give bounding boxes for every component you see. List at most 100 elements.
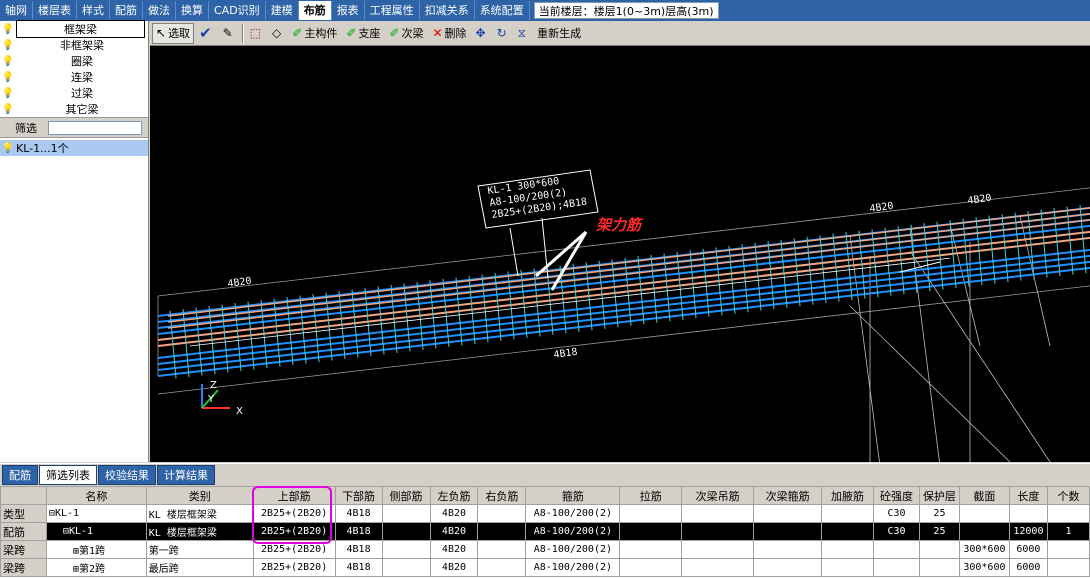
table-cell[interactable] [1008,504,1048,523]
table-cell[interactable]: 4B18 [334,504,383,523]
table-cell[interactable] [619,504,683,523]
table-cell[interactable] [681,540,755,559]
regenerate-button[interactable]: 重新生成 [533,23,585,44]
category-other-beam[interactable]: 💡 其它梁 [0,101,148,117]
table-cell[interactable] [1046,504,1090,523]
table-cell[interactable]: 25 [918,504,960,523]
table-cell[interactable]: 第一跨 [145,540,254,559]
table-cell[interactable] [821,558,874,577]
table-cell[interactable]: ⊞第2跨 [45,558,147,577]
menu-tab-axis-grid[interactable]: 轴网 [0,1,33,20]
table-cell[interactable]: 2B25+(2B20) [252,558,336,577]
table-cell[interactable] [918,540,960,559]
table-cell[interactable]: 最后跨 [145,558,254,577]
table-cell[interactable]: 4B20 [429,522,479,541]
table-cell[interactable]: 300*600 [958,540,1010,559]
table-cell[interactable] [381,558,431,577]
table-cell[interactable] [821,540,874,559]
column-header[interactable]: 加腋筋 [821,486,874,505]
column-header[interactable]: 砼强度 [872,486,920,505]
column-header[interactable]: 左负筋 [429,486,479,505]
table-cell[interactable] [753,540,823,559]
column-header[interactable]: 次梁箍筋 [753,486,823,505]
rotate-button[interactable]: ↻ [493,23,513,44]
table-cell[interactable]: A8-100/200(2) [525,540,621,559]
table-cell[interactable]: 4B20 [429,558,479,577]
box-select-button[interactable]: ⬚ [246,23,267,44]
table-cell[interactable]: ⊟KL-1 [45,522,147,541]
3d-viewport[interactable]: KL-1 300*600 A8-100/200(2) 2B25+(2B20);4… [150,46,1090,462]
table-cell[interactable] [381,540,431,559]
table-cell[interactable] [1046,540,1090,559]
table-cell[interactable] [619,540,683,559]
table-cell[interactable] [753,558,823,577]
table-cell[interactable]: KL 楼层框架梁 [145,522,254,541]
menu-tab-modeling[interactable]: 建模 [266,1,299,20]
column-header[interactable]: 侧部筋 [381,486,431,505]
table-cell[interactable] [821,522,874,541]
table-cell[interactable] [619,522,683,541]
table-cell[interactable] [1046,558,1090,577]
column-header[interactable]: 类别 [145,486,254,505]
menu-tab-reinforcement[interactable]: 配筋 [110,1,143,20]
delete-button[interactable]: ✕ 删除 [428,23,470,44]
column-header[interactable]: 右负筋 [477,486,527,505]
table-cell[interactable]: 4B20 [429,540,479,559]
table-cell[interactable] [918,558,960,577]
table-cell[interactable]: 2B25+(2B20) [252,522,336,541]
column-header[interactable]: 个数 [1046,486,1090,505]
table-cell[interactable] [753,522,823,541]
table-cell[interactable]: 4B18 [334,540,383,559]
table-row[interactable]: 配筋 ⊟KL-1 KL 楼层框架梁 2B25+(2B20) 4B18 4B20 A8-100… [0,522,1090,541]
menu-tab-deduction[interactable]: 扣减关系 [420,1,475,20]
table-cell[interactable]: 12000 [1008,522,1048,541]
column-header[interactable]: 箍筋 [525,486,621,505]
component-item-kl1[interactable]: 💡 KL-1...1个 [0,140,148,156]
menu-tab-rebar-layout[interactable]: 布筋 [298,1,332,20]
table-cell[interactable] [477,540,527,559]
table-cell[interactable]: 25 [918,522,960,541]
table-row[interactable]: 类型 ⊟KL-1 KL 楼层框架梁 2B25+(2B20) 4B18 4B20 A8-100… [0,504,1090,523]
tab-filter-list[interactable]: 筛选列表 [39,465,97,485]
table-cell[interactable] [681,522,755,541]
mirror-button[interactable]: ⧖ [514,23,532,44]
column-header[interactable]: 截面 [958,486,1010,505]
column-header[interactable]: 上部筋 [252,486,336,505]
table-cell[interactable] [619,558,683,577]
table-cell[interactable]: 1 [1046,522,1090,541]
select-button[interactable]: ↖ 选取 [152,22,195,44]
secondary-beam-button[interactable]: ✐ 次梁 [385,23,427,44]
support-button[interactable]: ✐ 支座 [342,23,384,44]
menu-tab-conversion[interactable]: 换算 [176,1,209,20]
menu-tab-cad-recognition[interactable]: CAD识别 [209,1,266,20]
main-member-button[interactable]: ✐ 主构件 [288,23,341,44]
tab-calculation-results[interactable]: 计算结果 [157,465,215,485]
column-header[interactable]: 拉筋 [619,486,683,505]
table-cell[interactable]: 2B25+(2B20) [252,540,336,559]
eraser-button[interactable]: ◇ [268,23,287,44]
table-cell[interactable] [681,504,755,523]
table-cell[interactable] [958,504,1010,523]
menu-tab-floor-table[interactable]: 楼层表 [33,1,77,20]
table-row[interactable]: 梁跨 ⊞第1跨 第一跨 2B25+(2B20) 4B18 4B20 A8-100/200(2… [0,540,1090,559]
table-cell[interactable] [821,504,874,523]
table-cell[interactable] [681,558,755,577]
confirm-button[interactable]: ✔ [195,23,218,44]
column-header[interactable]: 长度 [1008,486,1048,505]
category-lintel[interactable]: 💡 过梁 [0,85,148,101]
property-brush-button[interactable]: ✎ [219,23,239,44]
table-cell[interactable]: ⊟KL-1 [45,504,147,523]
table-cell[interactable]: A8-100/200(2) [525,504,621,523]
table-cell[interactable] [477,504,527,523]
table-cell[interactable] [381,522,431,541]
table-cell[interactable]: 6000 [1008,540,1048,559]
filter-input[interactable] [48,120,142,135]
table-cell[interactable]: 4B18 [334,558,383,577]
move-button[interactable]: ✥ [472,23,492,44]
column-header[interactable] [0,486,47,505]
table-cell[interactable]: 300*600 [958,558,1010,577]
menu-tab-project-properties[interactable]: 工程属性 [365,1,420,20]
table-cell[interactable] [477,558,527,577]
table-cell[interactable] [872,540,920,559]
column-header[interactable]: 次梁吊筋 [681,486,755,505]
